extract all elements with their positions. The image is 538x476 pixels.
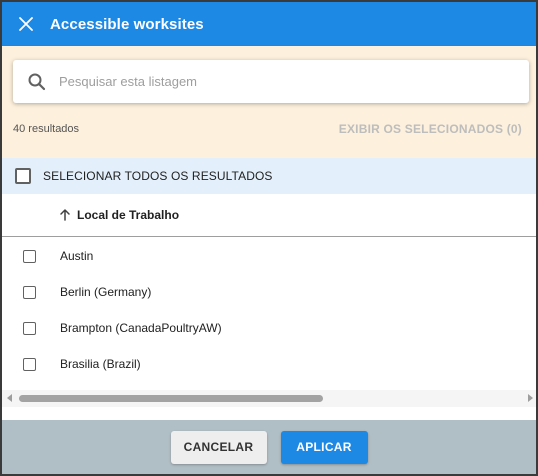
select-all-checkbox[interactable] bbox=[15, 168, 31, 184]
row-checkbox[interactable] bbox=[23, 249, 36, 263]
row-checkbox[interactable] bbox=[23, 321, 36, 335]
search-icon bbox=[28, 73, 46, 90]
show-selected-link[interactable]: EXIBIR OS SELECIONADOS (0) bbox=[339, 122, 522, 136]
apply-button[interactable]: APLICAR bbox=[280, 430, 368, 464]
search-box[interactable] bbox=[13, 60, 529, 103]
column-label: Local de Trabalho bbox=[77, 208, 180, 222]
column-header-worksite[interactable]: Local de Trabalho bbox=[2, 194, 536, 237]
dialog-title: Accessible worksites bbox=[50, 15, 204, 33]
scroll-left-icon[interactable] bbox=[7, 394, 12, 402]
list-item[interactable]: Brampton (CanadaPoultryAW) bbox=[2, 310, 536, 346]
close-button[interactable] bbox=[16, 14, 36, 34]
list-item[interactable]: Austin bbox=[2, 238, 536, 274]
dialog-header: Accessible worksites bbox=[2, 2, 536, 46]
row-label: Brasilia (Brazil) bbox=[60, 357, 141, 371]
cancel-button[interactable]: CANCELAR bbox=[170, 430, 267, 464]
list-item[interactable]: Brasilia (Brazil) bbox=[2, 346, 536, 382]
search-input[interactable] bbox=[59, 66, 529, 97]
worksite-list: Austin Berlin (Germany) Brampton (Canada… bbox=[2, 238, 536, 382]
row-checkbox[interactable] bbox=[23, 357, 36, 371]
dialog-footer: CANCELAR APLICAR bbox=[2, 420, 536, 474]
select-all-label: SELECIONAR TODOS OS RESULTADOS bbox=[43, 169, 273, 183]
list-item[interactable]: Berlin (Germany) bbox=[2, 274, 536, 310]
arrow-up-icon bbox=[60, 209, 70, 221]
row-label: Brampton (CanadaPoultryAW) bbox=[60, 321, 222, 335]
worksites-dialog: Accessible worksites 40 resultados EXIBI… bbox=[0, 0, 538, 476]
close-icon bbox=[19, 17, 33, 31]
row-checkbox[interactable] bbox=[23, 285, 36, 299]
results-count: 40 resultados bbox=[13, 123, 80, 135]
row-label: Berlin (Germany) bbox=[60, 285, 152, 299]
select-all-row[interactable]: SELECIONAR TODOS OS RESULTADOS bbox=[2, 158, 536, 194]
horizontal-scrollbar[interactable] bbox=[2, 390, 536, 407]
row-label: Austin bbox=[60, 249, 94, 263]
scroll-thumb[interactable] bbox=[19, 395, 323, 402]
scroll-right-icon[interactable] bbox=[528, 394, 533, 402]
filter-area: 40 resultados EXIBIR OS SELECIONADOS (0) bbox=[2, 46, 536, 158]
